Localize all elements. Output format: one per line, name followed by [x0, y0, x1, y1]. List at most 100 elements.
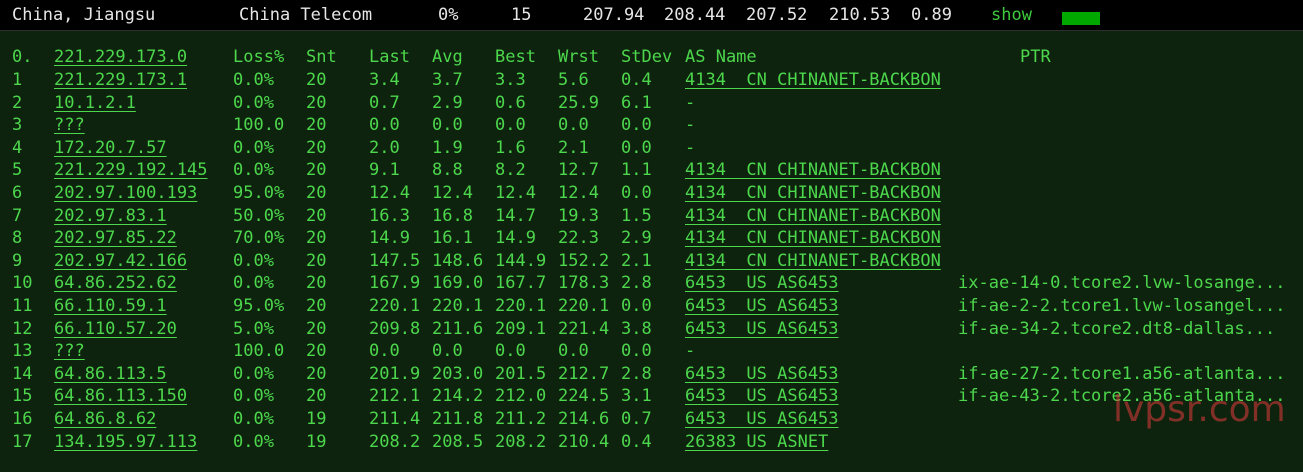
header-best: Best — [495, 47, 536, 67]
hop-as-name[interactable]: 4134 CN CHINANET-BACKBON — [685, 227, 941, 249]
hop-stdev: 2.9 — [621, 228, 652, 249]
hop-snt: 20 — [306, 70, 327, 90]
hop-as-name[interactable]: 26383 US ASNET — [685, 431, 828, 453]
hop-host[interactable]: 202.97.85.22 — [54, 227, 177, 249]
hop-stdev: 2.8 — [621, 273, 652, 294]
hop-as-name[interactable]: 4134 CN CHINANET-BACKBON — [685, 159, 941, 181]
hop-as-name[interactable]: 4134 CN CHINANET-BACKBON — [685, 205, 941, 227]
hop-best: 167.7 — [495, 273, 547, 294]
show-toggle[interactable]: show — [991, 5, 1032, 25]
hop-host[interactable]: 64.86.113.5 — [54, 363, 167, 385]
summary-best: 207.52 — [746, 5, 808, 25]
hop-avg: 16.8 — [432, 205, 473, 226]
hop-snt: 20 — [306, 341, 327, 362]
hop-loss: 0.0% — [233, 250, 274, 271]
hop-host[interactable]: 221.229.173.1 — [54, 69, 187, 91]
hop-host[interactable]: 64.86.113.150 — [54, 385, 187, 407]
hop-host[interactable]: 66.110.57.20 — [54, 318, 177, 340]
header-last: Last — [369, 47, 410, 67]
hop-loss: 100.0 — [233, 341, 285, 362]
hop-last: 212.1 — [369, 386, 421, 407]
hop-last: 14.9 — [369, 228, 410, 249]
hop-wrst: 2.1 — [558, 137, 589, 158]
hop-best: 12.4 — [495, 183, 536, 203]
hop-as-name[interactable]: 6453 US AS6453 — [685, 363, 839, 385]
hop-best: 144.9 — [495, 250, 547, 271]
table-row: 4 172.20.7.57 0.0% 20 2.0 1.9 1.6 2.1 0.0 - — [0, 137, 1303, 159]
hop-number: 16 — [12, 409, 33, 429]
hop-avg: 2.9 — [432, 92, 463, 113]
hop-best: 0.6 — [495, 92, 526, 113]
hop-host[interactable]: 134.195.97.113 — [54, 431, 197, 453]
hop-as-name[interactable]: 6453 US AS6453 — [685, 272, 839, 294]
hop-as-name[interactable]: 6453 US AS6453 — [685, 385, 839, 407]
hop-avg: 203.0 — [432, 363, 484, 384]
hop-number: 15 — [12, 386, 33, 407]
summary-isp: China Telecom — [239, 5, 373, 25]
hop-last: 0.0 — [369, 115, 400, 136]
table-row: 7 202.97.83.1 50.0% 20 16.3 16.8 14.7 19.3 1.5 41… — [0, 205, 1303, 227]
table-row: 17 134.195.97.113 0.0% 19 208.2 208.5 208.2 210… — [0, 431, 1303, 453]
hop-stdev: 0.4 — [621, 70, 652, 90]
hop-wrst: 210.4 — [558, 431, 610, 452]
hop-host[interactable]: ??? — [54, 114, 85, 136]
table-row: 8 202.97.85.22 70.0% 20 14.9 16.1 14.9 22.3 2.9 4… — [0, 227, 1303, 249]
hop-host[interactable]: 172.20.7.57 — [54, 137, 167, 159]
hop-number: 6 — [12, 183, 23, 203]
summary-location: China, Jiangsu — [12, 5, 156, 25]
status-bar — [1062, 12, 1100, 25]
hop-host[interactable]: 202.97.83.1 — [54, 205, 167, 227]
hop-host[interactable]: 64.86.8.62 — [54, 408, 156, 430]
hop-best: 0.0 — [495, 115, 526, 136]
header-host[interactable]: 221.229.173.0 — [54, 46, 187, 68]
table-row: 6 202.97.100.193 95.0% 20 12.4 12.4 12.4 12.4 0.… — [0, 182, 1303, 204]
hop-host[interactable]: 221.229.192.145 — [54, 159, 208, 181]
hop-number: 5 — [12, 160, 23, 181]
hop-wrst: 214.6 — [558, 409, 610, 429]
hop-snt: 20 — [306, 318, 327, 339]
header-snt: Snt — [306, 47, 337, 67]
hop-stdev: 0.4 — [621, 431, 652, 452]
hop-as-name: - — [685, 115, 696, 136]
hop-snt: 20 — [306, 250, 327, 271]
hop-best: 3.3 — [495, 70, 526, 90]
table-row: 12 66.110.57.20 5.0% 20 209.8 211.6 209.1 221.4… — [0, 318, 1303, 340]
hop-as-name[interactable]: 6453 US AS6453 — [685, 295, 839, 317]
hop-avg: 12.4 — [432, 183, 473, 203]
hop-stdev: 2.1 — [621, 250, 652, 271]
hop-as-name[interactable]: 6453 US AS6453 — [685, 318, 839, 340]
hop-loss: 95.0% — [233, 183, 285, 203]
hop-as-name[interactable]: 4134 CN CHINANET-BACKBON — [685, 69, 941, 91]
hop-last: 211.4 — [369, 409, 421, 429]
hop-best: 220.1 — [495, 296, 547, 316]
header-ptr: PTR — [1020, 47, 1051, 67]
hop-host[interactable]: 10.1.2.1 — [54, 92, 136, 114]
hop-host[interactable]: 202.97.42.166 — [54, 250, 187, 272]
table-row: 1 221.229.173.1 0.0% 20 3.4 3.7 3.3 5.6 0.4 4134 … — [0, 69, 1303, 91]
hop-stdev: 0.0 — [621, 115, 652, 136]
summary-sent: 15 — [511, 5, 532, 25]
hop-host[interactable]: 202.97.100.193 — [54, 182, 197, 204]
hop-loss: 0.0% — [233, 431, 274, 452]
table-row: 14 64.86.113.5 0.0% 20 201.9 203.0 201.5 212.7 2… — [0, 363, 1303, 385]
hop-ptr: ix-ae-14-0.tcore2.lvw-losange... — [958, 273, 1286, 294]
table-row: 5 221.229.192.145 0.0% 20 9.1 8.8 8.2 12.7 1.1 41… — [0, 159, 1303, 181]
hop-best: 8.2 — [495, 160, 526, 181]
summary-stdev: 0.89 — [911, 5, 952, 25]
header-wrst: Wrst — [558, 47, 599, 67]
hop-as-name[interactable]: 4134 CN CHINANET-BACKBON — [685, 182, 941, 204]
hop-number: 9 — [12, 250, 23, 271]
hop-loss: 0.0% — [233, 273, 274, 294]
hop-as-name[interactable]: 6453 US AS6453 — [685, 408, 839, 430]
hop-best: 209.1 — [495, 318, 547, 339]
table-row: 2 10.1.2.1 0.0% 20 0.7 2.9 0.6 25.9 6.1 - — [0, 92, 1303, 114]
hop-as-name[interactable]: 4134 CN CHINANET-BACKBON — [685, 250, 941, 272]
hop-snt: 20 — [306, 363, 327, 384]
header-loss: Loss% — [233, 47, 285, 67]
hop-host[interactable]: ??? — [54, 340, 85, 362]
hop-host[interactable]: 66.110.59.1 — [54, 295, 167, 317]
hop-stdev: 3.1 — [621, 386, 652, 407]
header-avg: Avg — [432, 47, 463, 67]
hop-loss: 5.0% — [233, 318, 274, 339]
hop-host[interactable]: 64.86.252.62 — [54, 272, 177, 294]
